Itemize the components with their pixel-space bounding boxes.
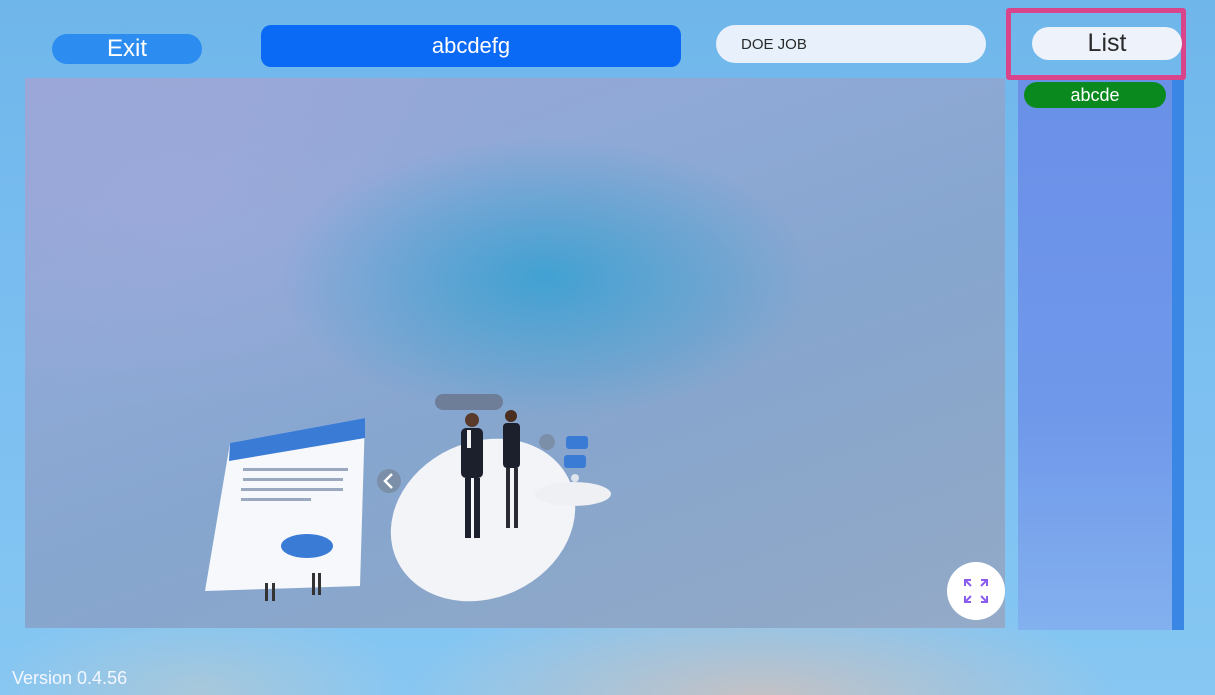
list-scrollbar[interactable] [1172, 80, 1184, 630]
list-panel-background [1018, 80, 1172, 630]
scene-step [535, 482, 611, 506]
list-button[interactable]: List [1032, 27, 1182, 60]
info-board [205, 418, 365, 601]
scene-control [564, 455, 586, 468]
page-title: abcdefg [261, 25, 681, 67]
virtual-scene [205, 394, 611, 602]
character-label [435, 394, 503, 410]
list-item[interactable]: abcde [1024, 82, 1166, 108]
version-label: Version 0.4.56 [12, 668, 128, 688]
job-field[interactable]: DOE JOB [716, 25, 986, 63]
top-bar: Exit abcdefg DOE JOB List [0, 0, 1215, 80]
scene-control [571, 474, 579, 482]
scene-control [539, 434, 555, 450]
expand-arrows-icon[interactable] [947, 562, 1005, 620]
list-panel: abcde [1018, 80, 1184, 630]
scene-control [566, 436, 588, 449]
prev-arrow [377, 469, 401, 493]
3d-viewport[interactable] [25, 78, 1005, 628]
exit-button[interactable]: Exit [52, 34, 202, 64]
